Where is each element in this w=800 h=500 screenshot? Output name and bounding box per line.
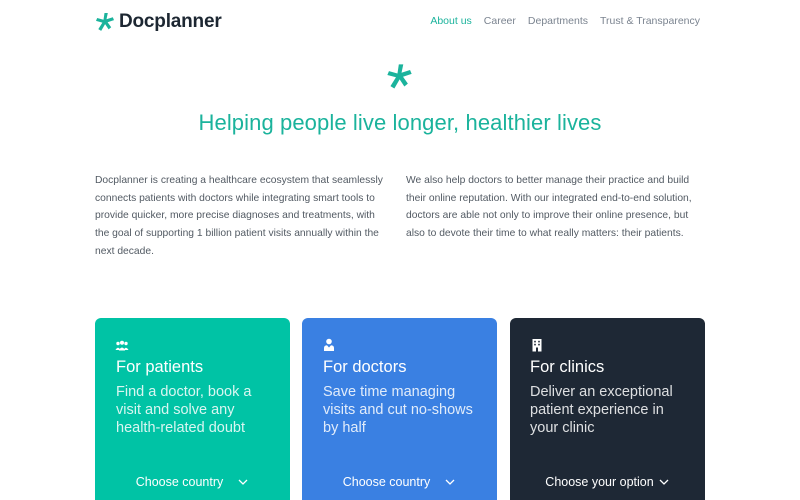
- intro-text-left: Docplanner is creating a healthcare ecos…: [95, 175, 383, 257]
- main-nav: About us Career Departments Trust & Tran…: [430, 15, 700, 27]
- nav-trust-transparency[interactable]: Trust & Transparency: [600, 15, 700, 27]
- nav-about-us[interactable]: About us: [430, 15, 471, 27]
- clinics-option-select-label: Choose your option: [545, 475, 654, 489]
- hero-headline: Helping people live longer, healthier li…: [198, 110, 602, 135]
- nav-career[interactable]: Career: [484, 15, 516, 27]
- card-clinics-description: Deliver an exceptional patient experienc…: [530, 384, 673, 436]
- nav-departments[interactable]: Departments: [528, 15, 588, 27]
- doctor-icon: [324, 338, 334, 351]
- doctors-country-select-label: Choose country: [342, 475, 431, 489]
- docplanner-logo-icon: [96, 13, 114, 31]
- doctors-country-select[interactable]: Choose country: [302, 475, 497, 489]
- chevron-down-icon: [238, 479, 248, 485]
- chevron-down-icon: [445, 479, 455, 485]
- card-doctors-description: Save time managing visits and cut no-sho…: [323, 384, 473, 436]
- card-patients-title: For patients: [116, 358, 204, 376]
- building-icon: [532, 339, 542, 352]
- hero-logo-icon: [386, 63, 413, 95]
- clinics-option-select[interactable]: Choose your option: [510, 475, 705, 489]
- chevron-down-icon: [659, 479, 669, 485]
- card-clinics-title: For clinics: [530, 358, 605, 376]
- people-group-icon: [115, 340, 129, 351]
- patients-country-select-label: Choose country: [135, 475, 224, 489]
- card-patients-description: Find a doctor, book a visit and solve an…: [116, 384, 252, 436]
- site-header: Docplanner About us Career Departments T…: [0, 0, 800, 44]
- brand-name: Docplanner: [119, 11, 222, 32]
- brand-logo[interactable]: Docplanner: [95, 11, 222, 33]
- card-doctors-title: For doctors: [323, 358, 407, 376]
- intro-text-right: We also help doctors to better manage th…: [406, 175, 692, 240]
- patients-country-select[interactable]: Choose country: [95, 475, 290, 489]
